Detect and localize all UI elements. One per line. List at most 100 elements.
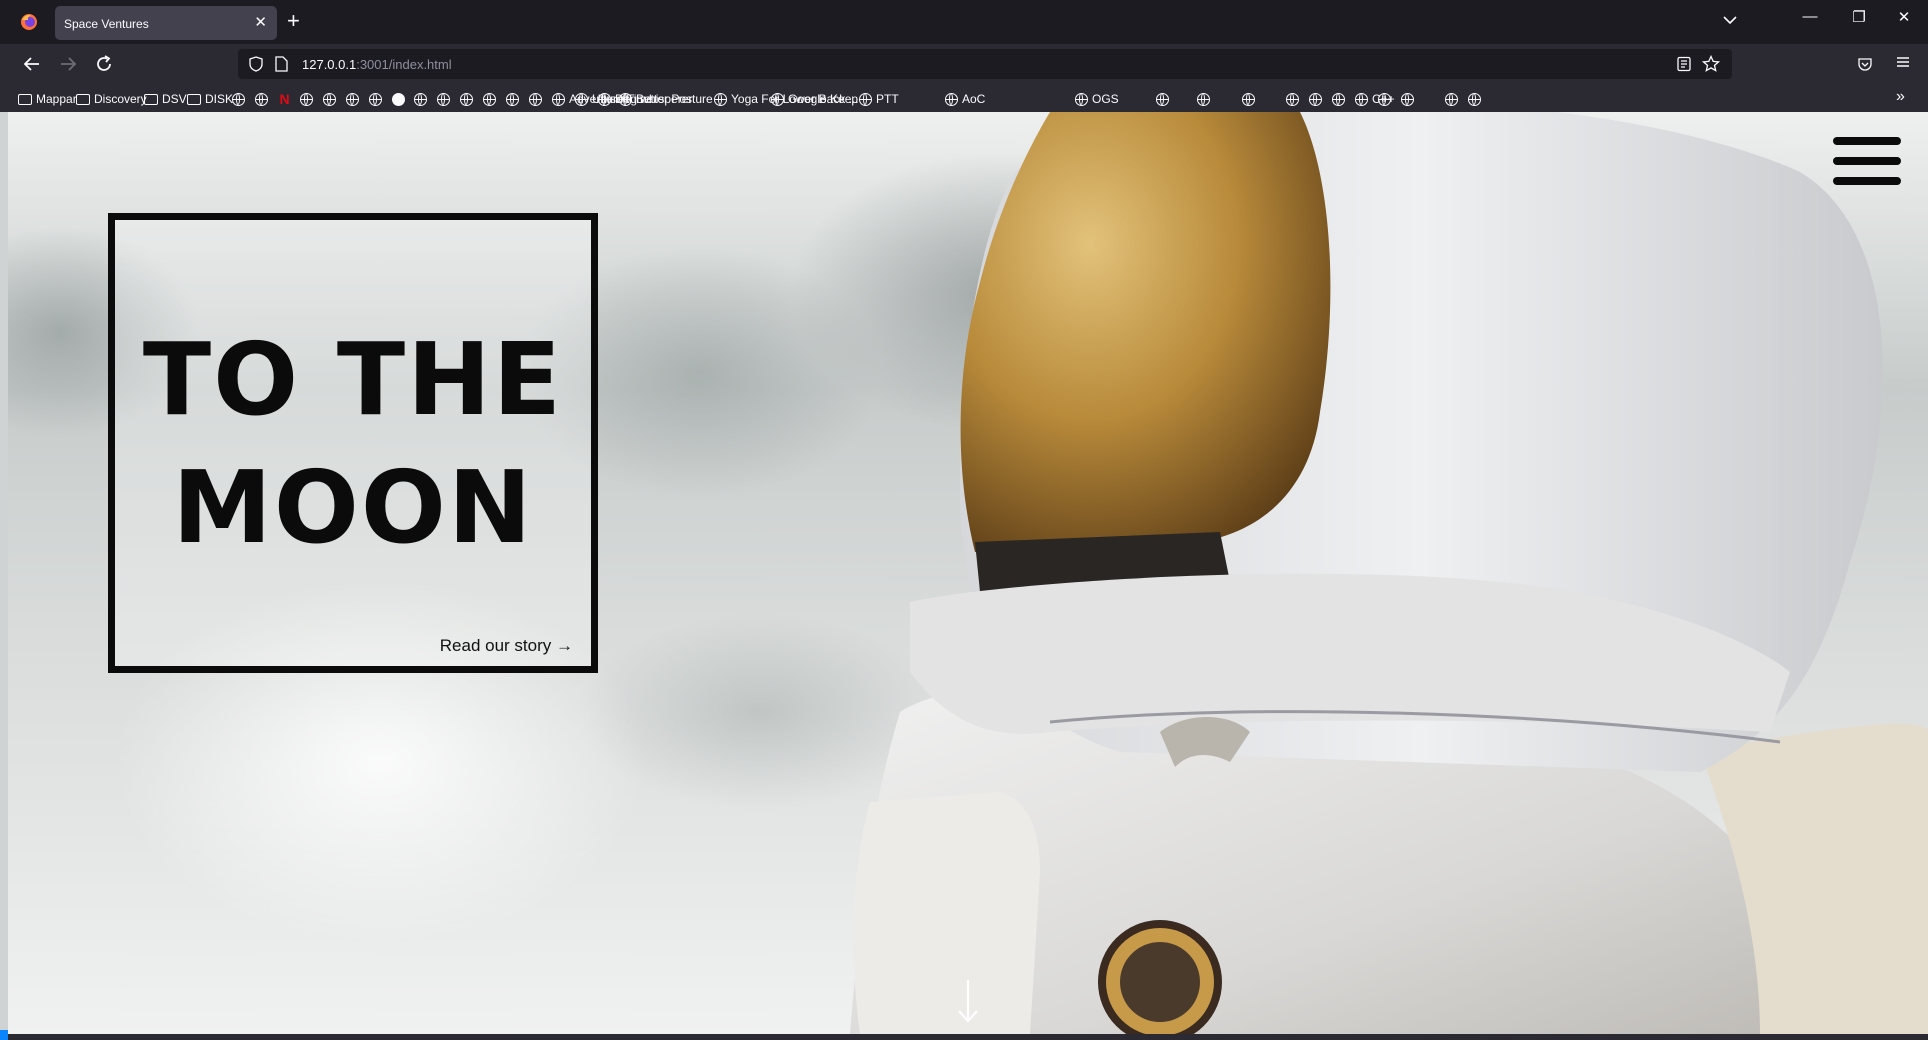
globe-icon [575, 92, 588, 106]
globe-icon [414, 92, 427, 106]
bookmark-item[interactable] [369, 90, 382, 108]
globe-icon [1332, 92, 1345, 106]
close-tab-icon[interactable]: ✕ [254, 13, 267, 31]
bookmark-label: Better Posture [636, 92, 713, 106]
bookmark-item[interactable]: Better Posture [619, 90, 713, 108]
firefox-logo-icon[interactable] [19, 12, 39, 32]
globe-icon [714, 92, 727, 106]
bookmark-item[interactable] [1309, 90, 1322, 108]
globe-icon [255, 92, 268, 106]
restore-button[interactable]: ❐ [1845, 8, 1873, 26]
bookmark-item[interactable] [232, 90, 245, 108]
bookmark-item[interactable]: Discovery [76, 90, 147, 108]
globe-icon [1401, 92, 1414, 106]
bookmark-item[interactable] [437, 90, 450, 108]
bookmark-item[interactable] [1468, 90, 1481, 108]
bookmarks-overflow-icon[interactable]: » [1896, 88, 1905, 106]
globe-icon [1156, 92, 1169, 106]
bookmark-item[interactable] [529, 90, 542, 108]
bookmark-label: Discovery [94, 92, 147, 106]
globe-icon [232, 92, 245, 106]
bookmark-label: OGS [1092, 92, 1119, 106]
bookmark-item[interactable] [1445, 90, 1458, 108]
back-arrow-icon[interactable] [20, 52, 44, 76]
globe-icon [1075, 92, 1088, 106]
bookmark-item[interactable] [1286, 90, 1299, 108]
hamburger-menu-icon[interactable] [1833, 137, 1901, 187]
close-window-button[interactable]: ✕ [1890, 8, 1918, 26]
navigation-toolbar: 127.0.0.1:3001/index.html [0, 44, 1928, 84]
bookmark-item[interactable]: DSV [144, 90, 187, 108]
hamburger-bar [1833, 157, 1901, 165]
bookmark-item[interactable]: PTT [859, 90, 899, 108]
scroll-down-arrow-icon[interactable] [956, 978, 980, 1024]
bookmark-item[interactable] [414, 90, 427, 108]
globe-icon [859, 92, 872, 106]
bookmark-item[interactable]: AoC [945, 90, 985, 108]
bookmark-item[interactable]: N [278, 90, 291, 108]
bookmark-item[interactable] [1401, 90, 1414, 108]
bookmark-item[interactable] [1156, 90, 1169, 108]
bookmark-item[interactable] [1197, 90, 1210, 108]
globe-icon [1445, 92, 1458, 106]
bookmark-item[interactable] [460, 90, 473, 108]
folder-icon [144, 93, 158, 105]
bookmark-item[interactable] [483, 90, 496, 108]
netflix-icon: N [279, 91, 290, 107]
reader-view-icon[interactable] [1676, 56, 1692, 72]
bookmark-item[interactable]: Mappar [18, 90, 77, 108]
bookmark-item[interactable] [506, 90, 519, 108]
page-icon[interactable] [274, 56, 288, 72]
globe-icon [771, 92, 784, 106]
shield-icon[interactable] [248, 56, 264, 72]
globe-icon [323, 92, 336, 106]
globe-icon [300, 92, 313, 106]
globe-icon [437, 92, 450, 106]
folder-icon [187, 93, 201, 105]
globe-icon [529, 92, 542, 106]
read-our-story-link[interactable]: Read our story → [440, 636, 573, 656]
reload-icon[interactable] [92, 52, 116, 76]
bookmark-item[interactable] [323, 90, 336, 108]
bookmark-label: PTT [876, 92, 899, 106]
tab-space-ventures[interactable]: Space Ventures ✕ [55, 6, 277, 40]
url-text[interactable]: 127.0.0.1:3001/index.html [302, 57, 452, 72]
globe-icon [1355, 92, 1368, 106]
globe-icon [1378, 92, 1391, 106]
tab-title: Space Ventures [64, 17, 149, 31]
globe-icon [1242, 92, 1255, 106]
bookmark-item[interactable] [392, 90, 405, 108]
minimize-button[interactable]: — [1796, 8, 1824, 25]
url-host: 127.0.0.1 [302, 57, 357, 72]
globe-icon [346, 92, 359, 106]
bookmark-item[interactable] [1378, 90, 1391, 108]
menu-icon[interactable] [1895, 54, 1911, 70]
globe-icon [945, 92, 958, 106]
bookmark-item[interactable] [300, 90, 313, 108]
bookmark-item[interactable]: Google Keep [771, 90, 858, 108]
hamburger-bar [1833, 137, 1901, 145]
bookmark-item[interactable] [1332, 90, 1345, 108]
hero-title-line-2: MOON [172, 449, 534, 566]
bookmark-star-icon[interactable] [1702, 55, 1720, 73]
bookmark-item[interactable]: DISK [187, 90, 233, 108]
hero-title: TO THE MOON [115, 316, 591, 572]
bookmark-label: Google Keep [788, 92, 859, 106]
new-tab-button[interactable]: + [287, 8, 300, 34]
bookmark-item[interactable]: OGS [1075, 90, 1119, 108]
url-bar[interactable]: 127.0.0.1:3001/index.html [238, 49, 1732, 79]
tab-bar: Space Ventures ✕ + — ❐ ✕ [0, 0, 1928, 44]
pocket-icon[interactable] [1857, 56, 1873, 72]
forward-arrow-icon[interactable] [56, 52, 80, 76]
bookmark-label: Mappar [36, 92, 77, 106]
chevron-down-icon[interactable] [1720, 10, 1740, 30]
bookmark-item[interactable] [255, 90, 268, 108]
hero-card: TO THE MOON Read our story → [108, 213, 598, 673]
page-viewport: TO THE MOON Read our story → [0, 112, 1928, 1034]
globe-icon [619, 92, 632, 106]
bookmark-item[interactable] [1242, 90, 1255, 108]
status-indicator [0, 1030, 8, 1040]
bookmark-item[interactable] [346, 90, 359, 108]
globe-icon [1197, 92, 1210, 106]
globe-icon [552, 92, 565, 106]
